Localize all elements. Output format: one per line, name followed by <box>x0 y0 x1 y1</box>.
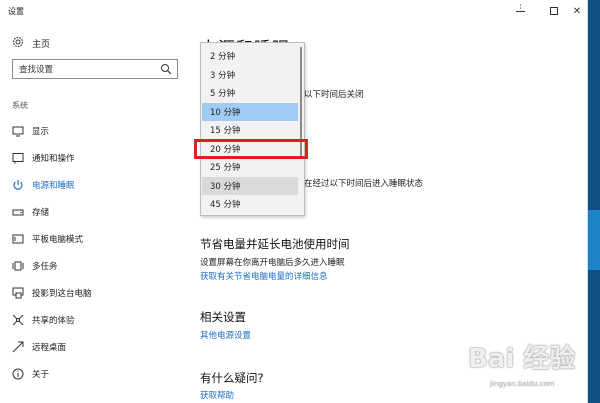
sidebar-item-about[interactable]: 关于 <box>0 361 190 387</box>
dropdown-option[interactable]: 45 分钟 <box>202 195 298 214</box>
sidebar-item-notifications[interactable]: 通知和操作 <box>0 145 190 171</box>
sidebar-item-power[interactable]: 电源和睡眠 <box>0 172 190 198</box>
dropdown-option[interactable]: 2 分钟 <box>202 47 298 66</box>
screen-off-label: 以下时间后关闭 <box>304 90 364 100</box>
sleep-label: 在经过以下时间后进入睡眠状态 <box>304 179 424 189</box>
monitor-icon <box>12 125 24 137</box>
get-help-link[interactable]: 获取帮助 <box>200 389 234 401</box>
desktop-accent <box>588 210 600 270</box>
sidebar-item-label: 电源和睡眠 <box>32 181 75 191</box>
sidebar: 主页 查找设置 系统 显示 通知和操作 电源和睡眠 存储 平板电脑模式 多任务 … <box>0 22 190 403</box>
info-icon <box>12 368 24 380</box>
sidebar-item-label: 共享的体验 <box>32 316 75 326</box>
sidebar-item-tablet[interactable]: 平板电脑模式 <box>0 226 190 252</box>
sidebar-item-multitask[interactable]: 多任务 <box>0 253 190 279</box>
project-icon <box>12 287 24 299</box>
remote-desktop-icon <box>12 341 24 353</box>
search-placeholder: 查找设置 <box>19 65 54 75</box>
sidebar-home[interactable]: 主页 <box>12 36 50 51</box>
sidebar-item-label: 平板电脑模式 <box>32 235 84 245</box>
sidebar-item-label: 通知和操作 <box>32 154 75 164</box>
sidebar-item-label: 投影到这台电脑 <box>32 289 92 299</box>
gear-icon <box>12 36 24 51</box>
sidebar-item-share[interactable]: 共享的体验 <box>0 307 190 333</box>
sidebar-item-label: 远程桌面 <box>32 343 67 353</box>
sidebar-item-storage[interactable]: 存储 <box>0 199 190 225</box>
sidebar-item-label: 多任务 <box>32 262 58 272</box>
sidebar-item-label: 关于 <box>32 370 50 380</box>
window-title: 设置 <box>8 7 24 16</box>
settings-window: 设置 ⋮ ✕ 主页 查找设置 系统 显示 通知和操作 电源和睡眠 存储 平板电脑… <box>0 0 588 403</box>
questions-heading: 有什么疑问? <box>200 371 264 385</box>
sidebar-item-remote-desktop[interactable]: 远程桌面 <box>0 334 190 360</box>
desktop-edge <box>588 0 600 403</box>
search-icon[interactable] <box>160 63 172 75</box>
storage-icon <box>12 206 24 218</box>
battery-info-link[interactable]: 获取有关节省电脑电量的详细信息 <box>200 270 328 282</box>
dropdown-option[interactable]: 15 分钟 <box>202 121 298 140</box>
battery-description: 设置屏幕在你离开电脑后多久进入睡眠 <box>200 258 345 268</box>
share-icon <box>12 314 24 326</box>
sidebar-item-label: 显示 <box>32 127 50 137</box>
sidebar-item-project[interactable]: 投影到这台电脑 <box>0 280 190 306</box>
dropdown-option[interactable]: 3 分钟 <box>202 66 298 85</box>
title-bar: 设置 ⋮ ✕ <box>0 0 588 22</box>
battery-heading: 节省电量并延长电池使用时间 <box>200 237 350 251</box>
watermark-url: jingyan.baidu.com <box>490 380 555 388</box>
notification-icon <box>12 152 24 164</box>
dropdown-option[interactable]: 25 分钟 <box>202 158 298 177</box>
dropdown-option-selected[interactable]: 10 分钟 <box>202 102 298 121</box>
dropdown-option[interactable]: 5 分钟 <box>202 84 298 103</box>
sidebar-item-display[interactable]: 显示 <box>0 118 190 144</box>
power-icon <box>12 179 24 191</box>
search-input[interactable]: 查找设置 <box>12 59 178 79</box>
dropdown-option-hovered[interactable]: 30 分钟 <box>202 176 298 195</box>
multitask-icon <box>12 260 24 272</box>
sidebar-item-label: 存储 <box>32 208 50 218</box>
annotation-highlight-box <box>194 139 308 159</box>
close-button[interactable]: ✕ <box>566 0 588 22</box>
watermark-logo: Bai 经验 <box>468 344 576 374</box>
minimize-button[interactable] <box>504 0 536 22</box>
tablet-icon <box>12 233 24 245</box>
related-settings-heading: 相关设置 <box>200 310 246 324</box>
section-label: 系统 <box>12 101 28 110</box>
minutes-dropdown-list[interactable]: 2 分钟 3 分钟 5 分钟 10 分钟 15 分钟 20 分钟 25 分钟 3… <box>200 42 305 216</box>
home-label: 主页 <box>32 40 51 50</box>
other-power-settings-link[interactable]: 其他电源设置 <box>200 329 251 341</box>
